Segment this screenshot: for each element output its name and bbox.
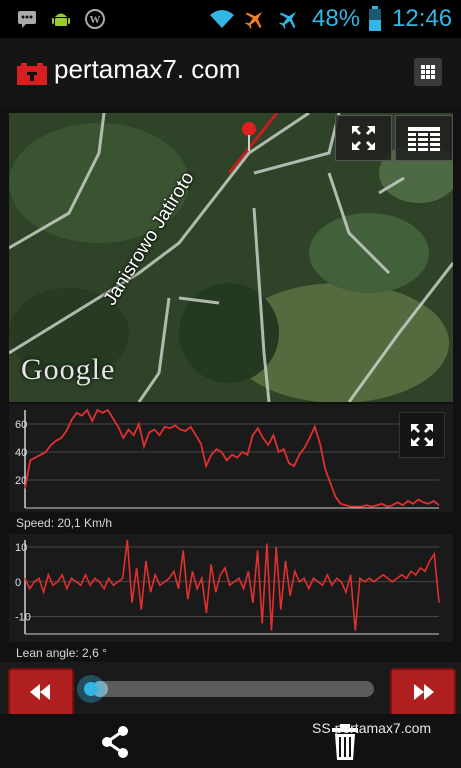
- share-button[interactable]: [95, 722, 135, 762]
- speed-chart[interactable]: 20 40 60: [9, 404, 453, 512]
- lean-angle-readout: Lean angle: 2,6 °: [16, 646, 107, 660]
- airplane-mode-icon: [245, 11, 263, 29]
- battery-logo-icon: [17, 63, 47, 85]
- action-bar: pertamax7. com: [0, 38, 461, 108]
- rewind-icon: [30, 684, 50, 700]
- grid-menu-button[interactable]: [414, 58, 442, 86]
- battery-percent: 48%: [312, 5, 361, 32]
- airplane-mode-icon: [279, 11, 297, 29]
- bbm-icon: [18, 11, 36, 28]
- bottom-bar: SS pertamax7.com: [0, 714, 461, 768]
- fullscreen-icon: [352, 126, 375, 150]
- lean-tick-label: -10: [15, 612, 31, 624]
- lean-tick-label: 0: [15, 577, 21, 589]
- chart-fullscreen-button[interactable]: [399, 412, 445, 458]
- app-title: pertamax7. com: [54, 54, 241, 84]
- wifi-icon: [210, 10, 234, 28]
- fast-forward-icon: [414, 684, 434, 700]
- android-icon: [52, 13, 70, 26]
- rewind-button[interactable]: [8, 668, 74, 716]
- status-bar: W 48% 12:46: [0, 0, 461, 38]
- fast-forward-button[interactable]: [390, 668, 456, 716]
- svg-text:W: W: [90, 14, 101, 26]
- playback-bar: [0, 662, 461, 716]
- table-icon: [408, 127, 440, 151]
- clock: 12:46: [392, 5, 453, 32]
- seek-thumb[interactable]: [84, 682, 98, 696]
- map-fullscreen-button[interactable]: [335, 115, 392, 161]
- speed-series-line: [24, 408, 440, 508]
- location-pin-icon: [242, 122, 256, 136]
- lean-angle-chart[interactable]: 10 0 -10: [9, 534, 453, 642]
- speed-readout: Speed: 20,1 Km/h: [16, 516, 113, 530]
- battery-icon: [369, 6, 381, 31]
- google-attribution: Google: [21, 353, 116, 386]
- grid-menu-icon: [421, 65, 435, 79]
- speed-tick-label: 60: [15, 419, 27, 431]
- watermark: SS pertamax7.com: [312, 720, 432, 736]
- seek-track[interactable]: [92, 681, 374, 697]
- lean-tick-label: 10: [15, 542, 27, 554]
- fullscreen-icon: [411, 424, 433, 446]
- lean-chart-plot: 10 0 -10: [15, 539, 440, 635]
- share-icon: [102, 726, 128, 758]
- map-table-button[interactable]: [395, 115, 453, 161]
- speed-tick-label: 40: [15, 447, 27, 459]
- satellite-map[interactable]: Janisrowo Jatiroto Google: [9, 113, 453, 402]
- wordpress-icon: W: [85, 9, 105, 29]
- speed-chart-plot: 204060: [15, 408, 440, 509]
